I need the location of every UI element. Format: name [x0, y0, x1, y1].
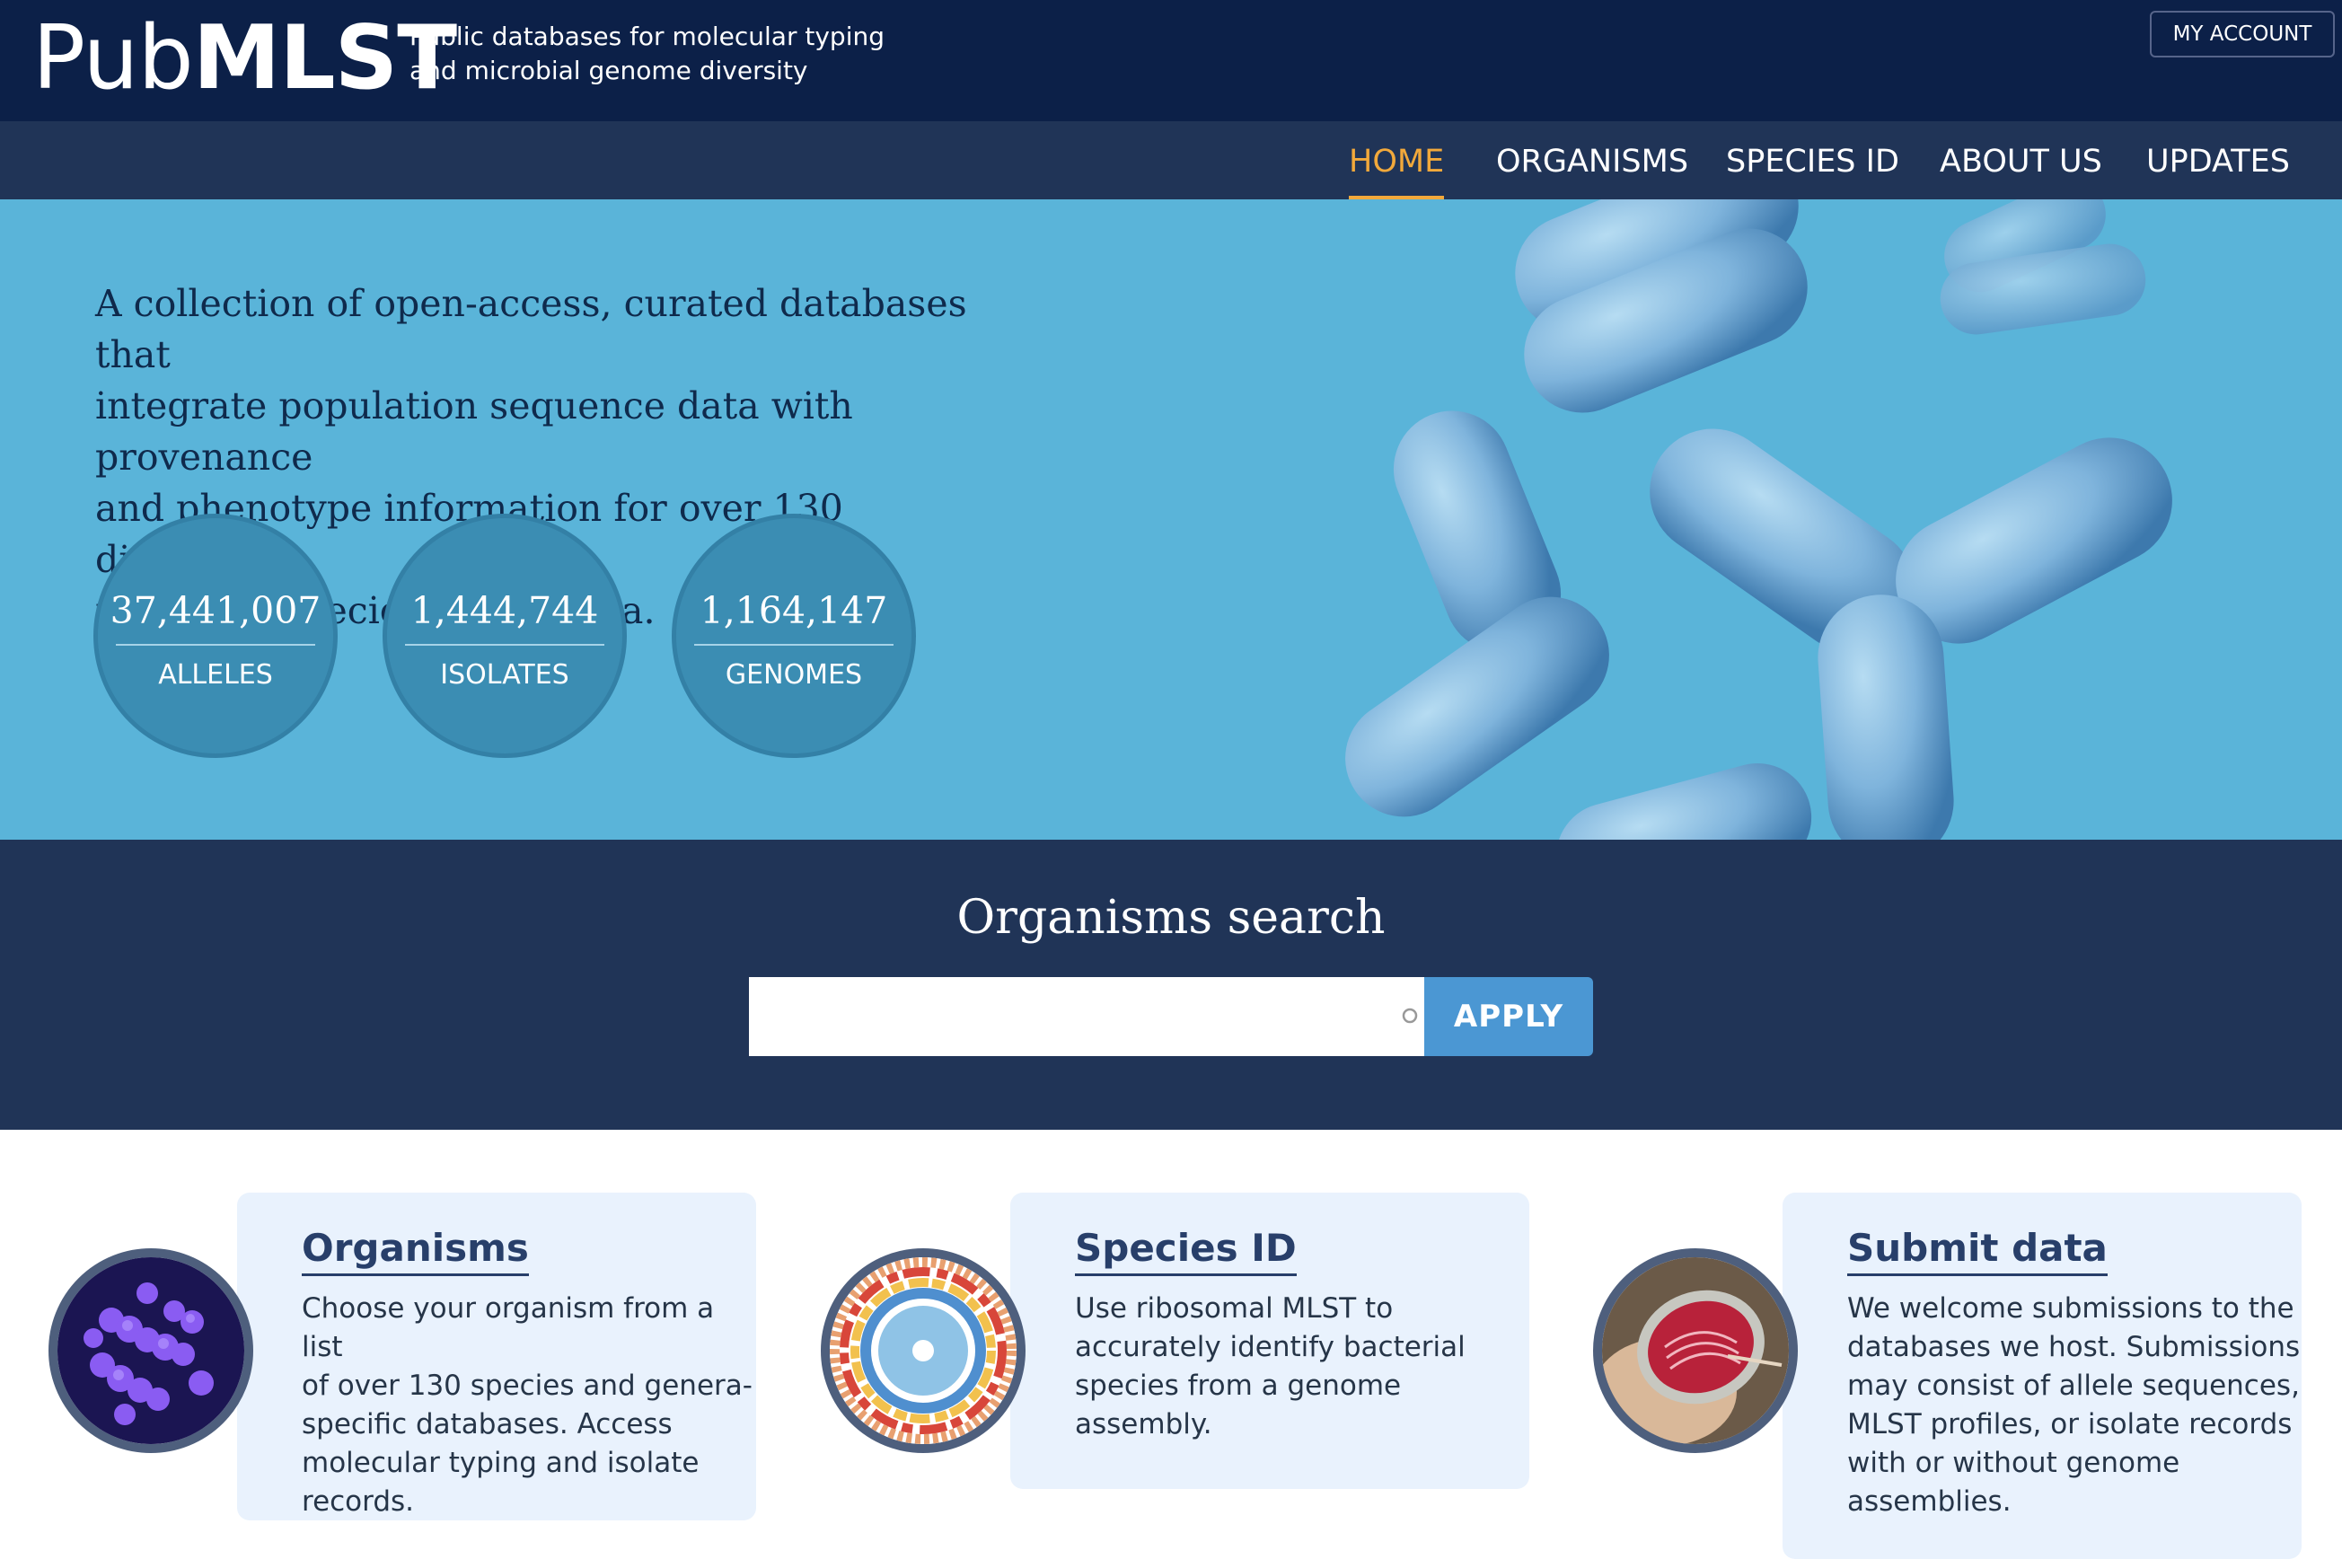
card-text-line: specific databases. Access	[302, 1408, 673, 1440]
stat-divider	[116, 644, 315, 646]
stat-alleles: 37,441,007 ALLELES	[93, 514, 338, 758]
stat-divider	[405, 644, 604, 646]
nav-item-organisms[interactable]: ORGANISMS	[1496, 121, 1688, 199]
card-text-line: accurately identify bacterial	[1075, 1331, 1466, 1363]
card-title[interactable]: Species ID	[1075, 1223, 1297, 1276]
stat-divider	[694, 644, 894, 646]
submit-data-thumbnail[interactable]	[1593, 1248, 1798, 1453]
organism-search-input[interactable]	[749, 977, 1424, 1056]
nav-item-about-us[interactable]: ABOUT US	[1940, 121, 2102, 199]
stat-label: ALLELES	[158, 659, 273, 691]
nav-item-updates[interactable]: UPDATES	[2146, 121, 2290, 199]
pubmlst-logo[interactable]: PubMLST	[32, 7, 457, 110]
hero-banner: A collection of open-access, curated dat…	[0, 199, 2342, 840]
nav-item-home[interactable]: HOME	[1349, 121, 1445, 199]
stat-value: 1,164,147	[700, 589, 888, 632]
apply-button[interactable]: APPLY	[1424, 977, 1593, 1056]
stat-genomes: 1,164,147 GENOMES	[672, 514, 916, 758]
card-description: Use ribosomal MLST to accurately identif…	[1075, 1290, 1529, 1444]
tagline-line: Public databases for molecular typing	[409, 22, 885, 51]
nav-item-species-id[interactable]: SPECIES ID	[1726, 121, 1899, 199]
tagline-line: and microbial genome diversity	[409, 56, 808, 85]
card-text-line: Choose your organism from a list	[302, 1292, 715, 1363]
stat-value: 37,441,007	[110, 589, 321, 632]
search-icon	[1402, 1008, 1418, 1024]
stat-label: ISOLATES	[440, 659, 569, 691]
card-text-line: databases we host. Submissions	[1847, 1331, 2301, 1363]
organisms-search-section: Organisms search APPLY	[0, 840, 2342, 1130]
card-text-line: may consist of allele sequences,	[1847, 1370, 2300, 1402]
site-tagline: Public databases for molecular typing an…	[409, 20, 885, 88]
organisms-thumbnail[interactable]	[48, 1248, 253, 1453]
card-text-line: records.	[302, 1485, 415, 1518]
species-id-card[interactable]: Species ID Use ribosomal MLST to accurat…	[1010, 1193, 1529, 1489]
card-text-line: We welcome submissions to the	[1847, 1292, 2294, 1325]
hero-text-line: A collection of open-access, curated dat…	[95, 282, 967, 376]
site-header: PubMLST Public databases for molecular t…	[0, 0, 2342, 121]
card-text-line: Use ribosomal MLST to	[1075, 1292, 1394, 1325]
card-description: Choose your organism from a list of over…	[302, 1290, 756, 1521]
card-text-line: of over 130 species and genera-	[302, 1370, 753, 1402]
card-text-line: molecular typing and isolate	[302, 1447, 700, 1479]
logo-pub-text: Pub	[32, 7, 194, 110]
card-text-line: MLST profiles, or isolate records	[1847, 1408, 2293, 1440]
species-id-thumbnail[interactable]	[821, 1248, 1026, 1453]
card-text-line: species from a genome assembly.	[1075, 1370, 1402, 1440]
submit-data-card[interactable]: Submit data We welcome submissions to th…	[1783, 1193, 2302, 1559]
card-description: We welcome submissions to the databases …	[1847, 1290, 2300, 1521]
organisms-card[interactable]: Organisms Choose your organism from a li…	[237, 1193, 756, 1520]
stat-label: GENOMES	[725, 659, 863, 691]
bacteria-illustration	[1345, 199, 2172, 840]
card-text-line: assemblies.	[1847, 1485, 2012, 1518]
card-text-line: with or without genome	[1847, 1447, 2180, 1479]
stat-value: 1,444,744	[410, 589, 599, 632]
my-account-button[interactable]: MY ACCOUNT	[2150, 11, 2335, 57]
main-nav: HOME ORGANISMS SPECIES ID ABOUT US UPDAT…	[0, 121, 2342, 199]
stat-isolates: 1,444,744 ISOLATES	[383, 514, 627, 758]
card-title[interactable]: Submit data	[1847, 1223, 2108, 1276]
search-title: Organisms search	[956, 891, 1386, 945]
card-title[interactable]: Organisms	[302, 1223, 529, 1276]
hero-text-line: integrate population sequence data with …	[95, 384, 853, 479]
